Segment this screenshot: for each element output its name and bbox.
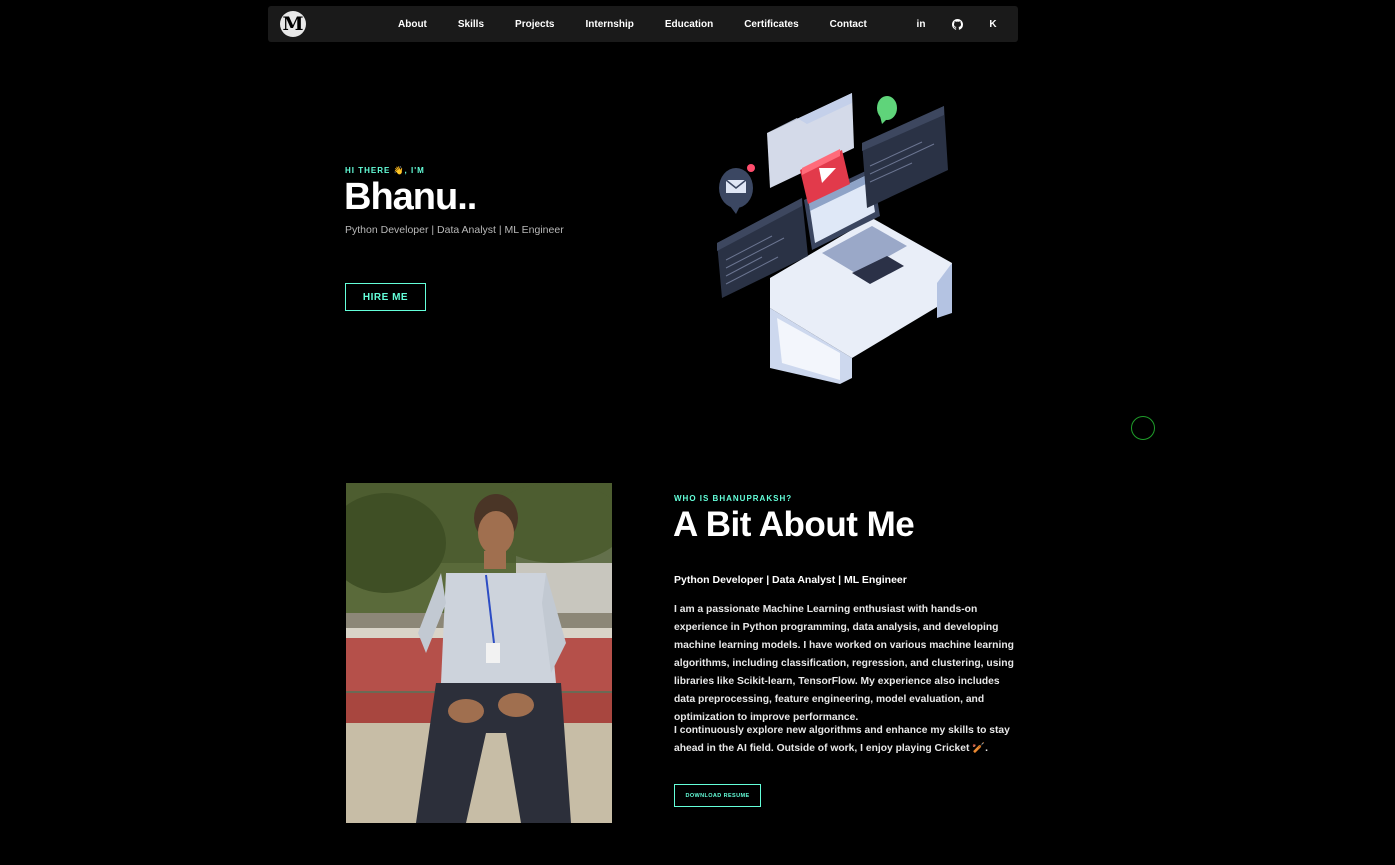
nav-link-contact[interactable]: Contact	[830, 19, 867, 30]
nav-socials: in K	[914, 6, 1000, 42]
workspace-illustration	[717, 93, 952, 384]
cursor-ring	[1131, 416, 1155, 440]
navbar: M About Skills Projects Internship Educa…	[268, 6, 1018, 42]
about-role: Python Developer | Data Analyst | ML Eng…	[674, 574, 907, 586]
nav-link-skills[interactable]: Skills	[458, 19, 484, 30]
hero-eyebrow: HI THERE 👋, I'M	[345, 166, 425, 175]
hero-name: Bhanu..	[344, 176, 477, 218]
nav-link-projects[interactable]: Projects	[515, 19, 554, 30]
logo[interactable]: M	[280, 11, 306, 37]
nav-link-certificates[interactable]: Certificates	[744, 19, 798, 30]
hero-role: Python Developer | Data Analyst | ML Eng…	[345, 224, 564, 236]
kaggle-icon[interactable]: K	[986, 17, 1000, 31]
nav-link-about[interactable]: About	[398, 19, 427, 30]
download-resume-button[interactable]: DOWNLOAD RESUME	[674, 784, 761, 807]
hire-me-button[interactable]: HIRE ME	[345, 283, 426, 311]
nav-link-internship[interactable]: Internship	[586, 19, 634, 30]
about-paragraph-1: I am a passionate Machine Learning enthu…	[674, 604, 1014, 723]
linkedin-icon[interactable]: in	[914, 17, 928, 31]
profile-photo	[346, 483, 612, 823]
nav-links: About Skills Projects Internship Educati…	[388, 6, 867, 42]
about-title: A Bit About Me	[673, 505, 915, 544]
nav-link-education[interactable]: Education	[665, 19, 713, 30]
about-paragraph-2: I continuously explore new algorithms an…	[674, 725, 1010, 754]
github-icon[interactable]	[950, 17, 964, 31]
about-eyebrow: WHO IS BHANUPRAKSH?	[674, 494, 793, 503]
